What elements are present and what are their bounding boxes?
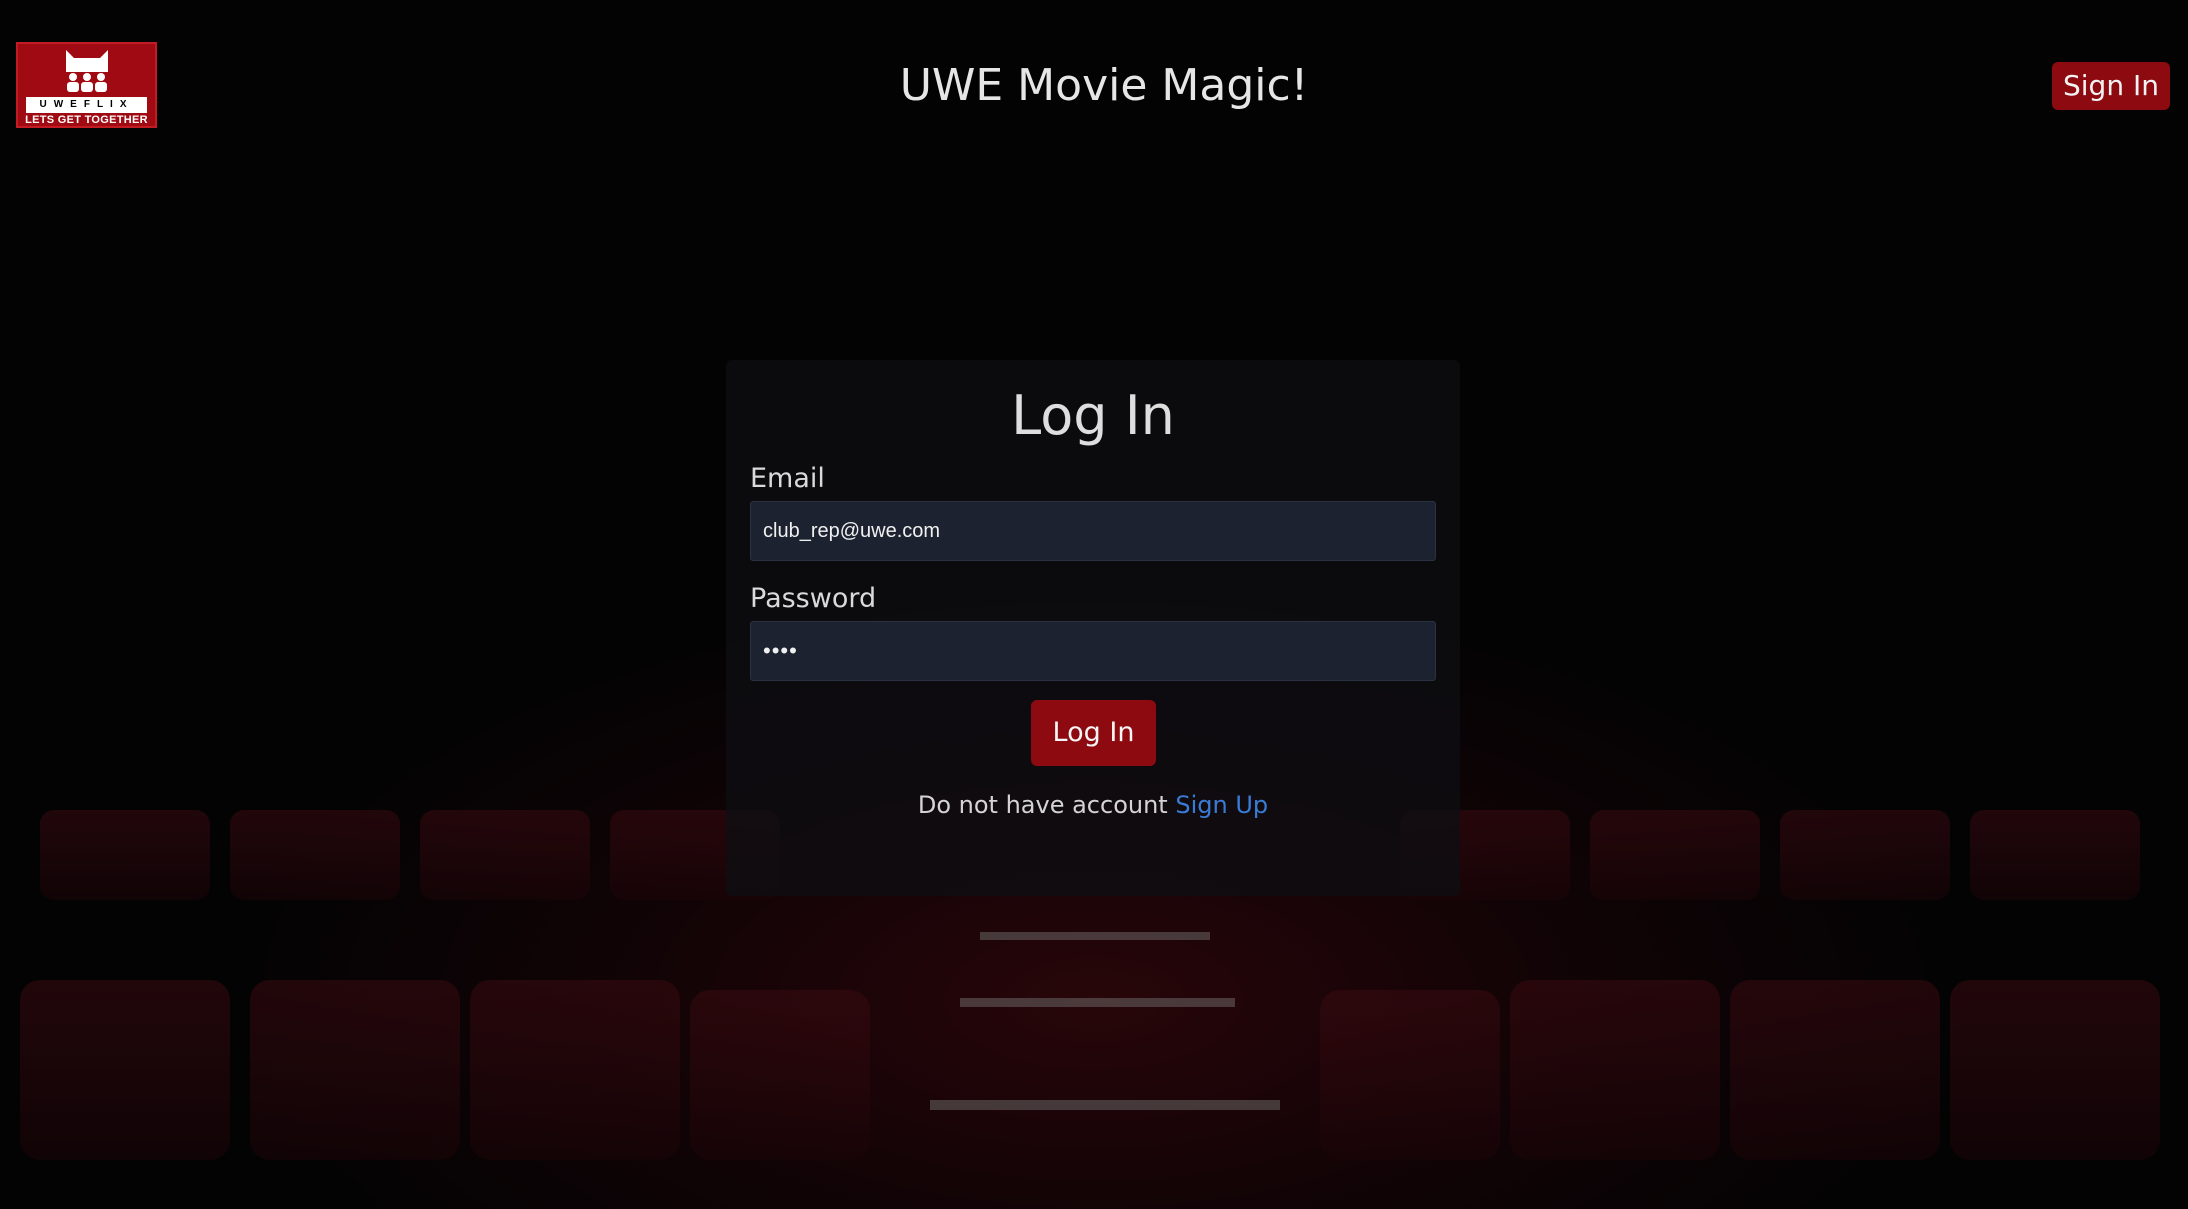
top-bar: UWEFLIX LETS GET TOGETHER UWE Movie Magi… <box>0 0 2188 175</box>
password-field[interactable] <box>750 621 1436 681</box>
page: UWEFLIX LETS GET TOGETHER UWE Movie Magi… <box>0 0 2188 1209</box>
email-field[interactable] <box>750 501 1436 561</box>
signup-prompt-row: Do not have account Sign Up <box>726 788 1460 822</box>
password-label: Password <box>750 583 877 614</box>
log-in-button[interactable]: Log In <box>1031 700 1156 766</box>
email-label: Email <box>750 463 825 494</box>
login-heading: Log In <box>1011 384 1175 447</box>
sign-in-button[interactable]: Sign In <box>2052 62 2170 110</box>
sign-up-link[interactable]: Sign Up <box>1175 791 1268 819</box>
signup-prompt-text: Do not have account <box>917 791 1168 819</box>
login-form: Log In Email Password Log In Do not have… <box>726 360 1460 896</box>
site-title: UWE Movie Magic! <box>899 60 1309 111</box>
